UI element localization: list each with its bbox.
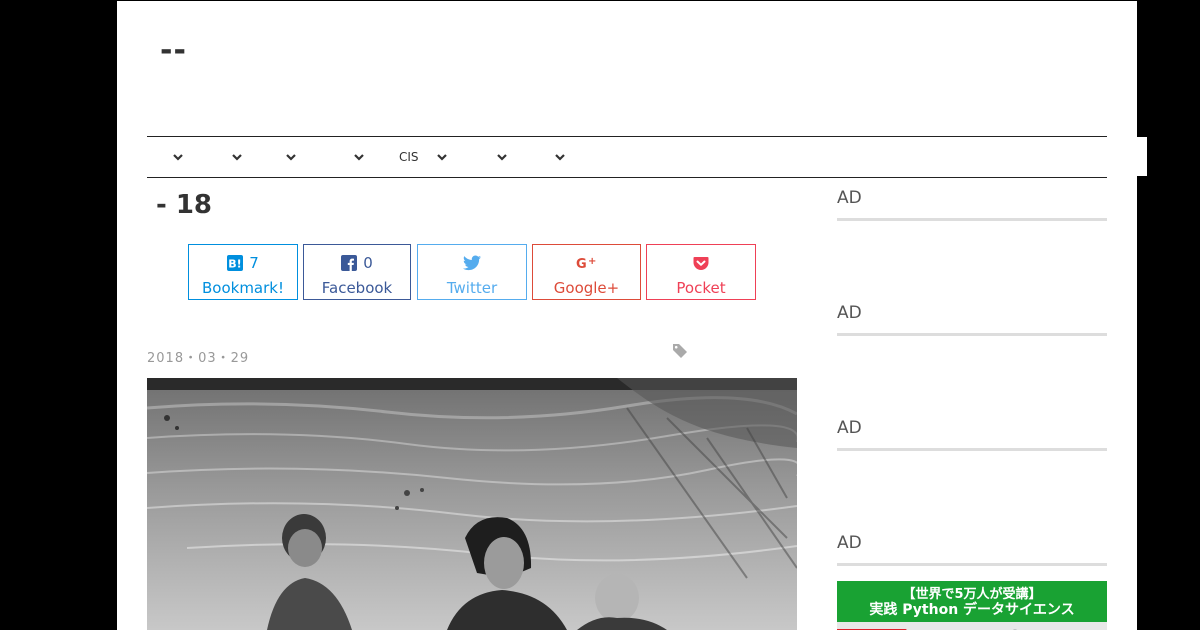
chevron-down-icon	[232, 154, 242, 161]
nav-item-3[interactable]	[284, 137, 298, 177]
banner-image-strip	[837, 622, 1107, 630]
google-plus-icon: G +	[576, 256, 596, 271]
banner-line-1: 【世界で5万人が受講】	[902, 587, 1042, 602]
post-title: - 18	[156, 190, 213, 220]
nav-item-2[interactable]	[230, 137, 244, 177]
global-nav: CIS	[147, 136, 1107, 178]
chevron-down-icon	[173, 154, 183, 161]
tag-icon	[673, 344, 687, 358]
nav-item-4[interactable]	[352, 137, 366, 177]
ad-divider	[837, 563, 1107, 566]
python-course-banner[interactable]: 【世界で5万人が受講】 実践 Python データサイエンス	[837, 581, 1107, 630]
ad-label-2: AD	[837, 303, 862, 323]
ad-label-1: AD	[837, 188, 862, 208]
hatena-bookmark-icon: B!	[227, 255, 244, 271]
post-date: 2018・03・29	[147, 351, 250, 366]
banner-line-2: 実践 Python データサイエンス	[869, 602, 1075, 618]
pocket-save-button[interactable]: Pocket	[646, 244, 756, 300]
google-plus-share-button[interactable]: G + Google+	[532, 244, 641, 300]
twitter-icon	[463, 255, 481, 271]
nav-edge	[1107, 137, 1147, 176]
site-title[interactable]: --	[160, 33, 187, 68]
ad-label-3: AD	[837, 418, 862, 438]
ad-label-4: AD	[837, 533, 862, 553]
chevron-down-icon	[497, 154, 507, 161]
nav-item-6[interactable]	[495, 137, 509, 177]
facebook-share-button[interactable]: 0 Facebook	[303, 244, 411, 300]
nav-item-cis[interactable]: CIS	[399, 137, 449, 177]
nav-item-label: CIS	[399, 150, 419, 164]
featured-photo-image	[147, 378, 797, 630]
facebook-count: 0	[363, 254, 373, 272]
ad-divider	[837, 218, 1107, 221]
hatena-count: 7	[249, 254, 259, 272]
twitter-label: Twitter	[446, 279, 498, 297]
chevron-down-icon	[354, 154, 364, 161]
nav-item-1[interactable]	[171, 137, 185, 177]
facebook-icon	[341, 255, 358, 271]
hatena-bookmark-button[interactable]: B! 7 Bookmark!	[188, 244, 298, 300]
pocket-icon	[693, 257, 709, 270]
svg-text:G: G	[576, 257, 587, 271]
svg-text:+: +	[588, 256, 596, 267]
twitter-share-button[interactable]: Twitter	[417, 244, 527, 300]
google-plus-label: Google+	[553, 279, 620, 297]
facebook-label: Facebook	[321, 279, 393, 297]
ad-divider	[837, 333, 1107, 336]
chevron-down-icon	[555, 154, 565, 161]
featured-photo	[147, 378, 797, 630]
chevron-down-icon	[286, 154, 296, 161]
pocket-label: Pocket	[676, 279, 726, 297]
nav-item-7[interactable]	[553, 137, 567, 177]
svg-text:B!: B!	[229, 258, 242, 271]
ad-divider	[837, 448, 1107, 451]
hatena-label: Bookmark!	[201, 279, 284, 297]
chevron-down-icon	[436, 154, 447, 161]
